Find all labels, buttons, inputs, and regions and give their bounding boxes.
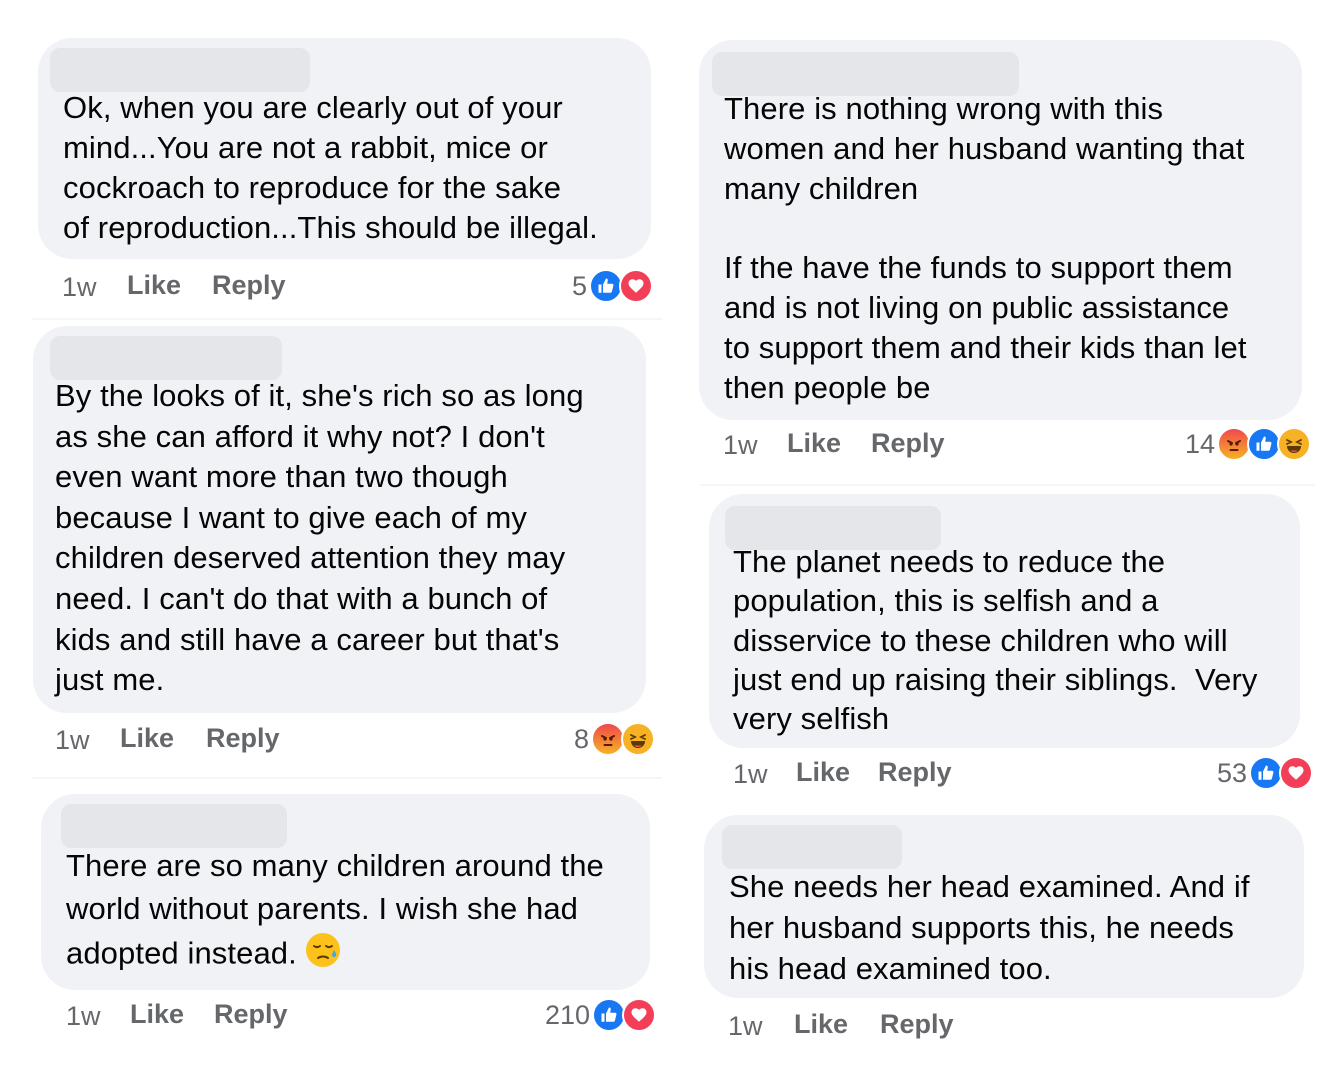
divider (700, 484, 1315, 486)
like-icon (589, 269, 623, 303)
love-icon (619, 269, 653, 303)
reaction-count: 8 (573, 723, 589, 754)
comment-timestamp: 1w (728, 1011, 763, 1041)
comment-actions: 1w Like Reply 14 (699, 424, 1311, 464)
reaction-count: 14 (1184, 428, 1215, 459)
divider (32, 318, 662, 320)
like-icon (1249, 756, 1283, 790)
reply-button[interactable]: Reply (871, 428, 945, 459)
comment-text: Ok, when you are clearly out of your min… (63, 90, 598, 245)
like-button[interactable]: Like (120, 723, 174, 754)
like-button[interactable]: Like (787, 428, 841, 459)
sad-sweat-emoji (303, 930, 343, 981)
comment-actions: 1w Like Reply 53 (709, 753, 1313, 793)
comment-timestamp: 1w (66, 1001, 101, 1031)
love-icon (622, 998, 656, 1032)
reaction-summary[interactable]: 5 (572, 266, 653, 306)
comment: There is nothing wrong with this women a… (699, 40, 1311, 472)
love-icon (1279, 756, 1313, 790)
reply-button[interactable]: Reply (880, 1009, 954, 1040)
comment-text: There are so many children around the wo… (66, 844, 604, 981)
comment-timestamp: 1w (723, 430, 758, 460)
blurred-author-name[interactable] (50, 48, 310, 92)
blurred-author-name[interactable] (722, 825, 902, 869)
comment-text: There is nothing wrong with this women a… (724, 91, 1247, 405)
reaction-count: 5 (571, 270, 587, 301)
comment-timestamp: 1w (733, 759, 768, 789)
comment-actions: 1w Like Reply 8 (33, 719, 655, 759)
comment: Ok, when you are clearly out of your min… (38, 38, 653, 308)
angry-icon (591, 722, 625, 756)
haha-icon (621, 722, 655, 756)
divider (32, 777, 662, 779)
comment-text: She needs her head examined. And if her … (729, 869, 1250, 986)
reaction-summary[interactable]: 53 (1217, 753, 1313, 793)
comment: There are so many children around the wo… (41, 794, 656, 1039)
comment-text: By the looks of it, she's rich so as lon… (55, 378, 584, 698)
comment-actions: 1w Like Reply 5 (38, 266, 653, 306)
like-button[interactable]: Like (796, 757, 850, 788)
blurred-author-name[interactable] (61, 804, 287, 848)
comment-text: The planet needs to reduce the populatio… (733, 544, 1258, 737)
reply-button[interactable]: Reply (212, 270, 286, 301)
like-icon (592, 998, 626, 1032)
reaction-summary[interactable]: 210 (545, 995, 656, 1035)
comment-actions: 1w Like Reply 210 (41, 995, 656, 1035)
comment: She needs her head examined. And if her … (704, 815, 1306, 1055)
reaction-summary[interactable]: 8 (574, 719, 655, 759)
angry-icon (1217, 427, 1251, 461)
like-icon (1247, 427, 1281, 461)
haha-icon (1277, 427, 1311, 461)
comment: The planet needs to reduce the populatio… (709, 494, 1313, 796)
reaction-count: 210 (544, 999, 590, 1030)
comment-actions: 1w Like Reply (704, 1005, 1306, 1045)
like-button[interactable]: Like (130, 999, 184, 1030)
like-button[interactable]: Like (127, 270, 181, 301)
reply-button[interactable]: Reply (214, 999, 288, 1030)
like-button[interactable]: Like (794, 1009, 848, 1040)
reaction-count: 53 (1216, 757, 1247, 788)
reply-button[interactable]: Reply (878, 757, 952, 788)
reply-button[interactable]: Reply (206, 723, 280, 754)
comment-timestamp: 1w (55, 725, 90, 755)
comment: By the looks of it, she's rich so as lon… (33, 326, 655, 762)
blurred-author-name[interactable] (50, 336, 282, 380)
comment-timestamp: 1w (62, 272, 97, 302)
reaction-summary[interactable]: 14 (1185, 424, 1311, 464)
